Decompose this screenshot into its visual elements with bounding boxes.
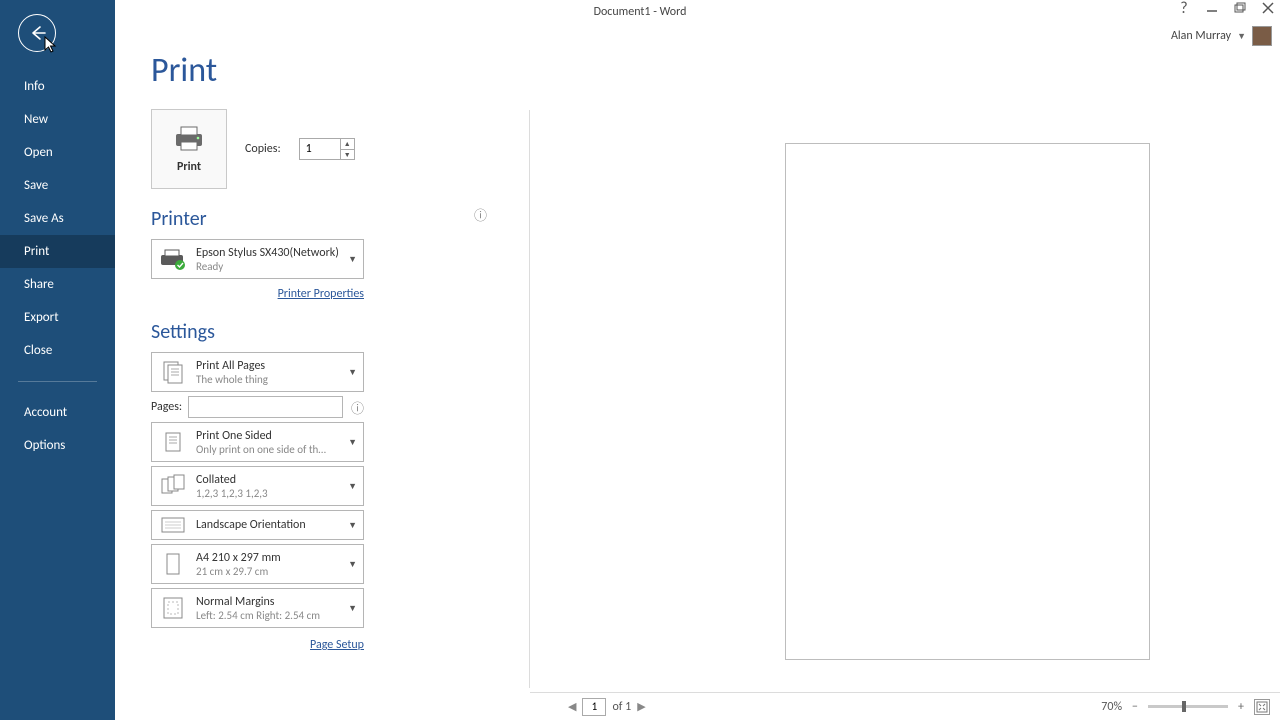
copies-label: Copies: [245,142,281,156]
print-what-sub: The whole thing [196,373,344,386]
copies-down-icon[interactable]: ▼ [341,150,354,160]
zoom-slider[interactable] [1148,705,1228,708]
page-total: of 1 [612,700,631,714]
sidebar-item-export[interactable]: Export [0,301,115,334]
printer-heading: Printer [151,207,207,231]
sidebar-item-close[interactable]: Close [0,334,115,367]
page-title: Print [151,50,1280,91]
sidebar-item-print[interactable]: Print [0,235,115,268]
back-arrow-icon [27,23,47,43]
pages-input[interactable] [188,396,343,418]
copies-stepper[interactable]: ▲ ▼ [299,138,355,160]
printer-status: Ready [196,260,344,273]
chevron-down-icon: ▼ [348,367,357,378]
vertical-divider [529,110,530,688]
page-setup-link[interactable]: Page Setup [310,638,364,652]
fit-to-window-button[interactable] [1254,699,1270,715]
zoom-thumb[interactable] [1182,701,1186,712]
sidebar-item-new[interactable]: New [0,103,115,136]
sides-sub: Only print on one side of th… [196,443,344,456]
one-sided-icon [158,427,188,457]
zoom-out-button[interactable]: − [1132,700,1138,714]
sides-select[interactable]: Print One Sided Only print on one side o… [151,422,364,462]
print-button[interactable]: Print [151,109,227,189]
chevron-down-icon: ▼ [348,254,357,265]
pages-icon [158,357,188,387]
sidebar-item-open[interactable]: Open [0,136,115,169]
chevron-down-icon: ▼ [348,559,357,570]
pages-info-icon[interactable]: ⓘ [351,398,364,417]
printer-name: Epson Stylus SX430(Network) [196,246,344,260]
printer-info-icon[interactable]: ⓘ [474,205,487,224]
print-button-label: Print [177,160,201,174]
chevron-down-icon: ▼ [348,481,357,492]
sidebar-item-account[interactable]: Account [0,396,115,429]
print-what-select[interactable]: Print All Pages The whole thing ▼ [151,352,364,392]
backstage-sidebar: Info New Open Save Save As Print Share E… [0,0,115,720]
sidebar-separator [18,381,97,382]
sidebar-item-save-as[interactable]: Save As [0,202,115,235]
orientation-title: Landscape Orientation [196,518,344,532]
copies-up-icon[interactable]: ▲ [341,139,354,150]
paper-sub: 21 cm x 29.7 cm [196,565,344,578]
margins-sub: Left: 2.54 cm Right: 2.54 cm [196,609,344,622]
prev-page-button[interactable]: ◀ [568,700,576,713]
sides-title: Print One Sided [196,429,344,443]
margins-title: Normal Margins [196,595,344,609]
current-page-input[interactable] [582,698,606,716]
chevron-down-icon: ▼ [348,520,357,531]
preview-status-bar: ◀ of 1 ▶ 70% − + [530,692,1280,720]
margins-select[interactable]: Normal Margins Left: 2.54 cm Right: 2.54… [151,588,364,628]
collate-sub: 1,2,3 1,2,3 1,2,3 [196,487,344,500]
paper-title: A4 210 x 297 mm [196,551,344,565]
chevron-down-icon: ▼ [348,437,357,448]
zoom-in-button[interactable]: + [1238,700,1244,714]
chevron-down-icon: ▼ [348,603,357,614]
pages-label: Pages: [151,400,182,414]
collate-select[interactable]: Collated 1,2,3 1,2,3 1,2,3 ▼ [151,466,364,506]
sidebar-item-options[interactable]: Options [0,429,115,462]
printer-properties-link[interactable]: Printer Properties [278,287,364,301]
printer-icon [172,124,206,152]
copies-input[interactable] [300,139,340,159]
collate-title: Collated [196,473,344,487]
print-what-title: Print All Pages [196,359,344,373]
back-button[interactable] [18,14,56,52]
print-backstage: Print Print Copies: ▲ ▼ Printer ⓘ [115,0,1280,720]
margins-icon [158,593,188,623]
zoom-value: 70% [1101,700,1122,714]
printer-select[interactable]: Epson Stylus SX430(Network) Ready ▼ [151,239,364,279]
printer-status-icon [158,244,188,274]
sidebar-item-save[interactable]: Save [0,169,115,202]
collated-icon [158,471,188,501]
orientation-select[interactable]: Landscape Orientation ▼ [151,510,364,540]
next-page-button[interactable]: ▶ [637,700,645,713]
paper-size-select[interactable]: A4 210 x 297 mm 21 cm x 29.7 cm ▼ [151,544,364,584]
print-preview-page [785,143,1150,660]
paper-icon [158,549,188,579]
sidebar-item-share[interactable]: Share [0,268,115,301]
sidebar-item-info[interactable]: Info [0,70,115,103]
landscape-icon [158,510,188,540]
